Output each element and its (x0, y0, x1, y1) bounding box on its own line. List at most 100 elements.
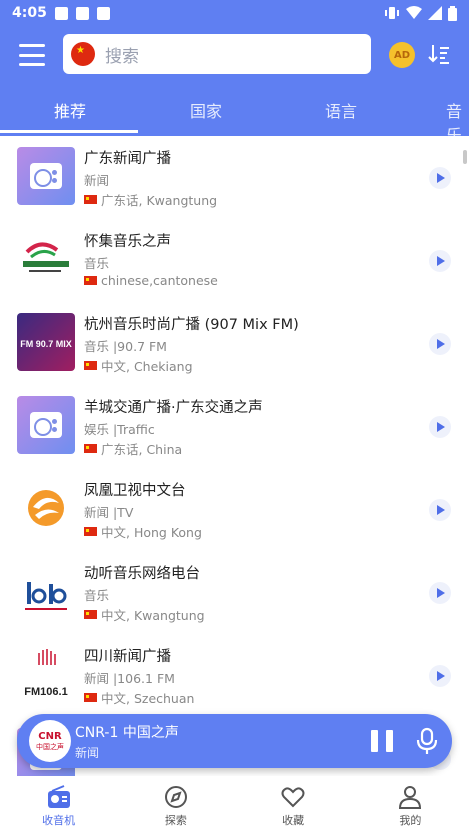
station-language: 中文, Chekiang (84, 356, 193, 375)
station-category: 音乐 (84, 588, 110, 603)
mini-player[interactable]: CNR 中国之声 CNR-1 中国之声 新闻 (17, 714, 452, 768)
station-category: 音乐 (84, 256, 110, 271)
radio-icon (17, 396, 75, 454)
search-input[interactable]: 搜索 (63, 34, 371, 74)
station-logo (17, 479, 75, 537)
player-title: CNR-1 中国之声 (75, 725, 179, 741)
play-button[interactable] (429, 665, 451, 687)
tab-recommend[interactable]: 推荐 (54, 98, 86, 122)
station-category: 新闻 |TV (84, 505, 134, 520)
radio-icon (47, 785, 70, 808)
station-row[interactable]: 凤凰卫视中文台 新闻 |TV 中文, Hong Kong (0, 468, 469, 551)
station-language-text: 中文, Chekiang (101, 359, 193, 374)
battery-icon (448, 5, 457, 21)
app-bar: 搜索 AD 推荐 国家 语言 音乐 (0, 26, 469, 145)
station-language: 中文, Kwangtung (84, 605, 205, 624)
play-button[interactable] (429, 416, 451, 438)
person-icon (399, 786, 422, 809)
player-station-logo: CNR 中国之声 (29, 720, 71, 762)
station-language: 中文, Szechuan (84, 688, 194, 707)
radio-icon (75, 6, 89, 20)
nav-profile[interactable]: 我的 (352, 776, 469, 835)
dongting-logo (25, 582, 67, 610)
play-button[interactable] (429, 167, 451, 189)
nav-label: 我的 (399, 814, 422, 827)
wifi-icon (406, 6, 422, 19)
station-category: 音乐 |90.7 FM (84, 339, 167, 354)
china-flag-icon (84, 361, 97, 370)
tab-language[interactable]: 语言 (325, 98, 357, 122)
play-button[interactable] (429, 333, 451, 355)
station-language-text: 中文, Kwangtung (101, 608, 205, 623)
china-flag-icon[interactable] (71, 42, 95, 66)
station-language-text: 中文, Hong Kong (101, 525, 202, 540)
station-title: 凤凰卫视中文台 (84, 483, 186, 499)
sichuan-logo: FM106.1 (24, 649, 68, 698)
station-language-text: 广东话, Kwangtung (101, 193, 218, 208)
play-button[interactable] (429, 582, 451, 604)
mixfm-logo: FM 90.7 MIX (20, 339, 72, 349)
china-flag-icon (84, 195, 97, 204)
station-logo: FM106.1 (17, 645, 75, 703)
station-logo (17, 147, 75, 205)
station-language: chinese,cantonese (84, 273, 218, 288)
search-placeholder: 搜索 (105, 46, 139, 67)
heart-icon (281, 787, 305, 808)
sort-icon[interactable] (428, 43, 450, 65)
station-logo (17, 230, 75, 288)
nav-explore[interactable]: 探索 (117, 776, 234, 835)
station-row[interactable]: 广东新闻广播 新闻 广东话, Kwangtung (0, 136, 469, 219)
china-flag-icon (84, 527, 97, 536)
play-button[interactable] (429, 499, 451, 521)
player-subtitle: 新闻 (75, 746, 100, 760)
china-flag-icon (84, 444, 97, 453)
scrollbar[interactable] (463, 150, 467, 164)
signal-icon (428, 6, 442, 20)
radio-icon (17, 147, 75, 205)
china-flag-icon (84, 693, 97, 702)
station-title: 动听音乐网络电台 (84, 566, 200, 582)
station-category: 新闻 |106.1 FM (84, 671, 175, 686)
tab-indicator (0, 130, 138, 133)
pause-button[interactable] (371, 730, 393, 752)
station-row[interactable]: 动听音乐网络电台 音乐 中文, Kwangtung (0, 551, 469, 634)
bottom-nav: 收音机 探索 收藏 我的 (0, 776, 469, 835)
station-row[interactable]: 羊城交通广播·广东交通之声 娱乐 |Traffic 广东话, China (0, 385, 469, 468)
station-row[interactable]: 怀集音乐之声 音乐 chinese,cantonese (0, 219, 469, 302)
station-language-text: 中文, Szechuan (101, 691, 195, 706)
station-logo (17, 396, 75, 454)
nav-label: 收藏 (282, 814, 305, 827)
microphone-icon[interactable] (415, 727, 439, 755)
phoenix-logo (28, 490, 64, 526)
station-language: 中文, Hong Kong (84, 522, 202, 541)
station-list[interactable]: 广东新闻广播 新闻 广东话, Kwangtung 怀集音乐之声 音乐 chine… (0, 136, 469, 776)
huaiji-logo (23, 242, 69, 272)
station-title: 杭州音乐时尚广播 (907 Mix FM) (84, 317, 299, 333)
station-title: 广东新闻广播 (84, 151, 171, 167)
ad-badge-icon[interactable]: AD (389, 42, 415, 68)
station-category: 新闻 (84, 173, 110, 188)
station-logo (17, 562, 75, 620)
cnr-logo-sub: 中国之声 (36, 742, 64, 751)
station-logo: FM 90.7 MIX (17, 313, 75, 371)
station-row[interactable]: FM 90.7 MIX 杭州音乐时尚广播 (907 Mix FM) 音乐 |90… (0, 302, 469, 385)
nav-radio[interactable]: 收音机 (0, 776, 117, 835)
china-flag-icon (84, 610, 97, 619)
status-bar: 4:05 (0, 0, 469, 26)
vibrate-icon (385, 7, 399, 19)
station-language-text: 广东话, China (101, 442, 183, 457)
station-language-text: chinese,cantonese (101, 273, 218, 288)
nav-favorites[interactable]: 收藏 (235, 776, 352, 835)
station-title: 羊城交通广播·广东交通之声 (84, 400, 263, 416)
play-button[interactable] (429, 250, 451, 272)
tab-bar: 推荐 国家 语言 音乐 (0, 86, 469, 145)
station-row[interactable]: FM106.1 四川新闻广播 新闻 |106.1 FM 中文, Szechuan (0, 634, 469, 717)
menu-icon[interactable] (19, 44, 45, 66)
nav-label: 收音机 (42, 814, 76, 827)
status-time: 4:05 (12, 5, 47, 21)
notification-square-icon (54, 6, 68, 20)
tab-country[interactable]: 国家 (190, 98, 222, 122)
station-language: 广东话, Kwangtung (84, 190, 217, 209)
station-title: 怀集音乐之声 (84, 234, 171, 250)
a-icon (96, 6, 110, 20)
